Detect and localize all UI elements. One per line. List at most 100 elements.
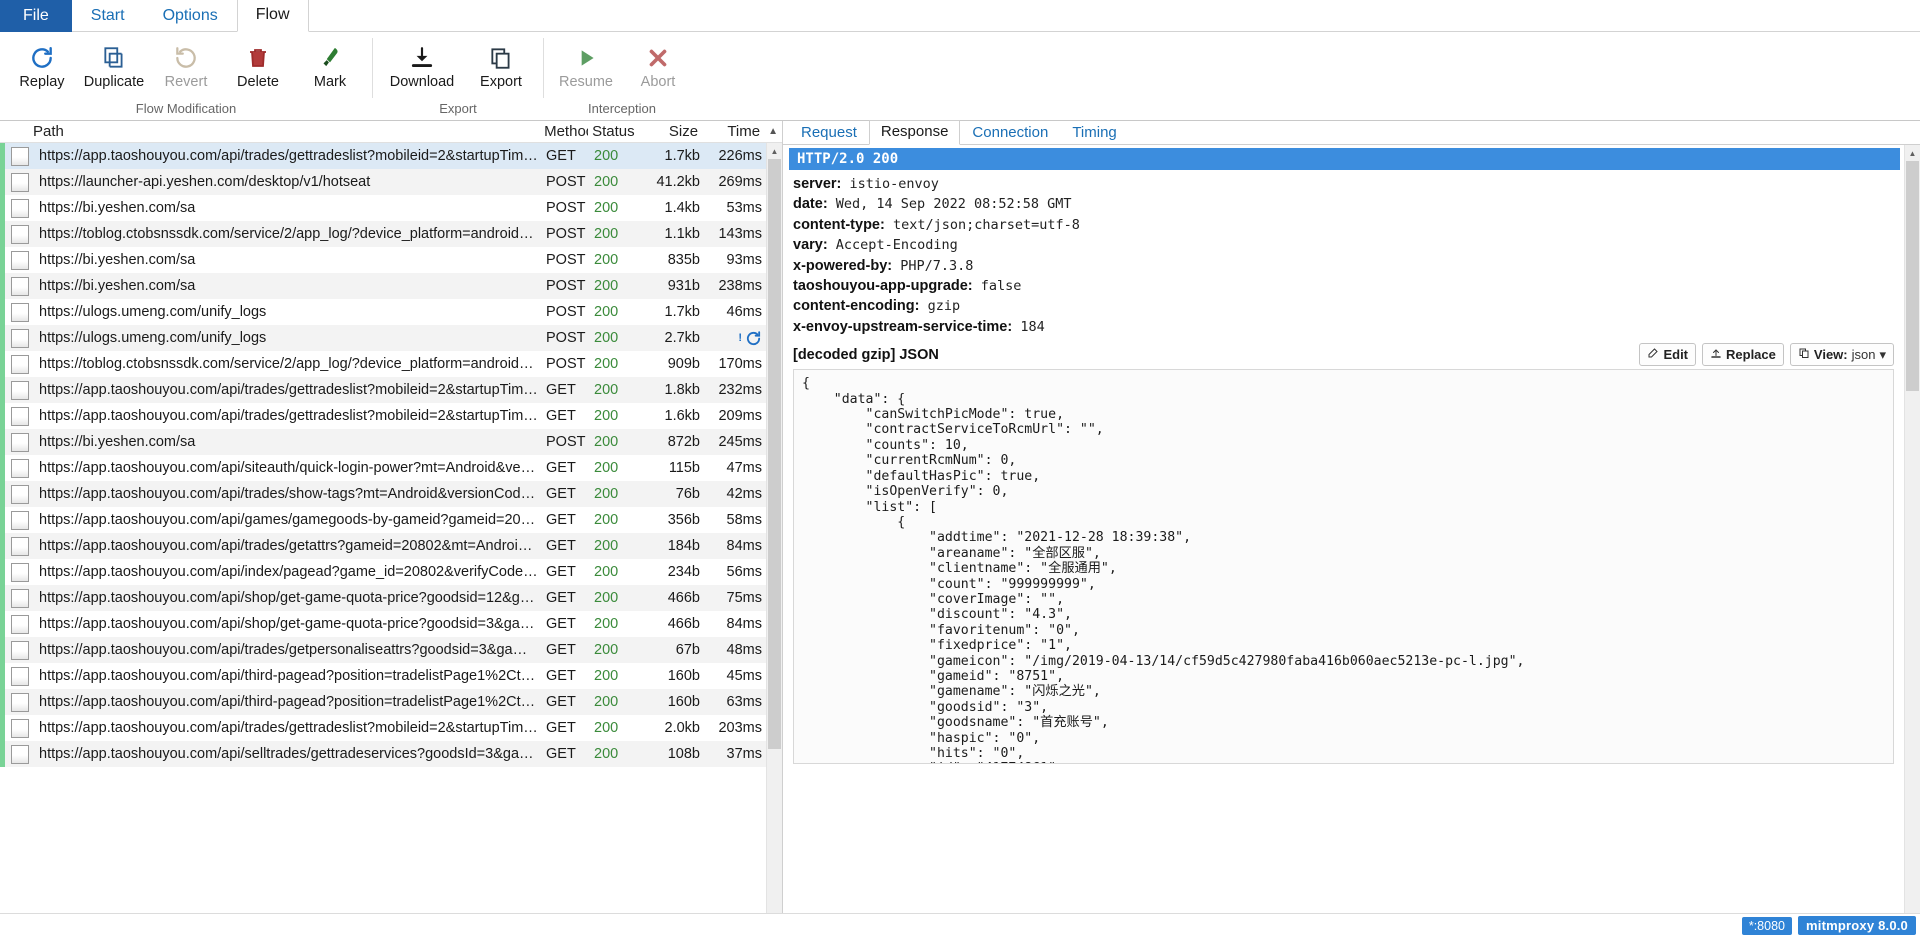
flow-marker [0,429,5,455]
flow-marker [0,507,5,533]
column-header-method[interactable]: Method [540,123,588,140]
table-row[interactable]: https://app.taoshouyou.com/api/trades/sh… [0,481,782,507]
mark-button[interactable]: Mark [294,38,366,94]
cell-path: https://toblog.ctobsnssdk.com/service/2/… [39,356,542,372]
column-header-size[interactable]: Size [640,123,702,140]
column-header-path[interactable]: Path [29,123,540,140]
row-checkbox[interactable] [11,718,29,738]
row-checkbox[interactable] [11,146,29,166]
scroll-thumb[interactable] [768,159,781,749]
row-checkbox[interactable] [11,224,29,244]
table-row[interactable]: https://ulogs.umeng.com/unify_logs POST 20… [0,299,782,325]
edit-button[interactable]: Edit [1639,343,1697,367]
scroll-up-icon[interactable]: ▲ [767,143,782,159]
flow-marker [0,481,5,507]
cell-size: 41.2kb [656,174,700,190]
row-checkbox[interactable] [11,276,29,296]
table-row[interactable]: https://app.taoshouyou.com/api/trades/ge… [0,143,782,169]
download-button[interactable]: Download [379,38,465,94]
ribbon-tab-file[interactable]: File [0,0,72,32]
flow-list-scrollbar[interactable]: ▲ ▼ [766,143,782,937]
row-checkbox[interactable] [11,588,29,608]
row-checkbox[interactable] [11,484,29,504]
flow-marker [0,455,5,481]
mitmproxy-window: File Start Options Flow Replay Duplicate… [0,0,1920,937]
row-checkbox[interactable] [11,380,29,400]
row-checkbox[interactable] [11,406,29,426]
table-row[interactable]: https://app.taoshouyou.com/api/trades/ge… [0,637,782,663]
cell-path: https://app.taoshouyou.com/api/trades/ge… [39,382,542,398]
ribbon-tab-start[interactable]: Start [72,0,144,32]
row-checkbox[interactable] [11,432,29,452]
row-checkbox[interactable] [11,354,29,374]
abort-button[interactable]: Abort [622,38,694,94]
table-row[interactable]: https://app.taoshouyou.com/api/third-pag… [0,663,782,689]
row-checkbox[interactable] [11,302,29,322]
row-checkbox[interactable] [11,562,29,582]
chevron-down-icon: ▾ [1879,346,1886,362]
table-row[interactable]: https://app.taoshouyou.com/api/trades/ge… [0,377,782,403]
cell-method: GET [546,668,576,684]
delete-button[interactable]: Delete [222,38,294,94]
table-row[interactable]: https://app.taoshouyou.com/api/shop/get-… [0,585,782,611]
table-row[interactable]: https://bi.yeshen.com/sa POST 200 1.4kb 53ms [0,195,782,221]
row-checkbox[interactable] [11,692,29,712]
table-row[interactable]: https://toblog.ctobsnssdk.com/service/2/… [0,221,782,247]
table-row[interactable]: https://app.taoshouyou.com/api/games/gam… [0,507,782,533]
column-header-status[interactable]: Status [588,123,640,140]
table-row[interactable]: https://app.taoshouyou.com/api/siteauth/… [0,455,782,481]
table-row[interactable]: https://bi.yeshen.com/sa POST 200 872b 245ms [0,429,782,455]
tab-request[interactable]: Request [789,121,869,145]
detail-scroll-thumb[interactable] [1906,161,1919,391]
row-checkbox[interactable] [11,744,29,764]
table-row[interactable]: https://app.taoshouyou.com/api/trades/ge… [0,715,782,741]
revert-button[interactable]: Revert [150,38,222,94]
tab-timing[interactable]: Timing [1060,121,1128,145]
row-checkbox[interactable] [11,536,29,556]
duplicate-button[interactable]: Duplicate [78,38,150,94]
row-checkbox[interactable] [11,640,29,660]
cell-status: 200 [594,460,619,476]
view-mode-dropdown[interactable]: View: json ▾ [1789,343,1894,367]
flow-marker [0,715,5,741]
ribbon-tab-options[interactable]: Options [144,0,237,32]
export-button[interactable]: Export [465,38,537,94]
row-checkbox[interactable] [11,250,29,270]
row-checkbox[interactable] [11,614,29,634]
cell-status: 200 [594,252,619,268]
flow-marker [0,741,5,767]
table-row[interactable]: https://bi.yeshen.com/sa POST 200 835b 93ms [0,247,782,273]
table-row[interactable]: https://launcher-api.yeshen.com/desktop/… [0,169,782,195]
table-row[interactable]: https://toblog.ctobsnssdk.com/service/2/… [0,351,782,377]
replay-button[interactable]: Replay [6,38,78,94]
tab-connection[interactable]: Connection [960,121,1060,145]
table-row[interactable]: https://ulogs.umeng.com/unify_logs POST 20… [0,325,782,351]
cell-method: GET [546,564,576,580]
column-header-time[interactable]: Time [702,123,764,140]
detail-scrollbar[interactable]: ▲ ▼ [1904,145,1920,937]
replace-button[interactable]: Replace [1702,343,1784,367]
resume-button[interactable]: Resume [550,38,622,94]
cell-path: https://app.taoshouyou.com/api/trades/ge… [39,538,542,554]
table-row[interactable]: https://app.taoshouyou.com/api/selltrade… [0,741,782,767]
cell-time: 53ms [726,200,762,216]
response-body-viewer[interactable]: { "data": { "canSwitchPicMode": true, "c… [793,369,1894,765]
cell-time: 45ms [726,668,762,684]
row-checkbox[interactable] [11,172,29,192]
table-row[interactable]: https://app.taoshouyou.com/api/third-pag… [0,689,782,715]
row-checkbox[interactable] [11,666,29,686]
row-checkbox[interactable] [11,198,29,218]
table-row[interactable]: https://app.taoshouyou.com/api/trades/ge… [0,403,782,429]
cell-path: https://app.taoshouyou.com/api/third-pag… [39,694,542,710]
table-row[interactable]: https://bi.yeshen.com/sa POST 200 931b 238ms [0,273,782,299]
ribbon-toolbar: Replay Duplicate Revert Delete Mark Flow… [0,32,1920,121]
tab-response[interactable]: Response [868,120,961,145]
row-checkbox[interactable] [11,458,29,478]
ribbon-tab-flow[interactable]: Flow [236,0,309,32]
row-checkbox[interactable] [11,510,29,530]
table-row[interactable]: https://app.taoshouyou.com/api/index/pag… [0,559,782,585]
table-row[interactable]: https://app.taoshouyou.com/api/shop/get-… [0,611,782,637]
table-row[interactable]: https://app.taoshouyou.com/api/trades/ge… [0,533,782,559]
row-checkbox[interactable] [11,328,29,348]
detail-scroll-up-icon[interactable]: ▲ [1905,145,1920,161]
